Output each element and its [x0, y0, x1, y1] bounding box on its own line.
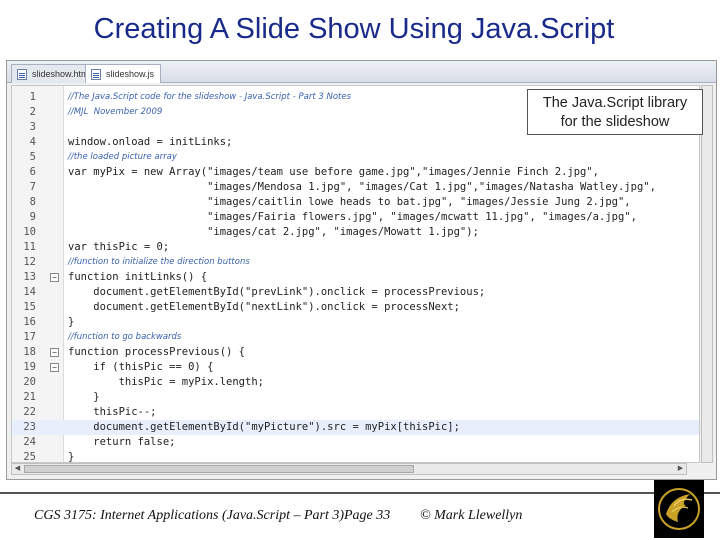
code-line[interactable]: 22 thisPic--;: [12, 405, 699, 420]
line-number: 1: [29, 91, 36, 103]
code-line[interactable]: 19 if (thisPic == 0) {: [12, 360, 699, 375]
line-number: 21: [23, 391, 36, 403]
code-text: window.onload = initLinks;: [68, 136, 233, 148]
footer-course: CGS 3175: Internet Applications (Java.Sc…: [34, 508, 345, 523]
line-number: 15: [23, 301, 36, 313]
code-text: var thisPic = 0;: [68, 241, 170, 253]
line-number: 16: [23, 316, 36, 328]
code-text: "images/Fairia flowers.jpg", "images/mcw…: [68, 211, 637, 223]
callout-box: The Java.Script library for the slidesho…: [527, 89, 703, 135]
scroll-right-icon[interactable]: ▶: [675, 464, 686, 474]
code-line[interactable]: 20 thisPic = myPix.length;: [12, 375, 699, 390]
collapse-fold-icon[interactable]: [50, 348, 59, 357]
footer-page-number: Page 33: [344, 508, 391, 523]
pegasus-logo-icon: [654, 480, 704, 538]
line-number: 5: [29, 151, 36, 163]
code-line[interactable]: 10 "images/cat 2.jpg", "images/Mowatt 1.…: [12, 225, 699, 240]
line-number: 22: [23, 406, 36, 418]
code-text: "images/Mendosa 1.jpg", "images/Cat 1.jp…: [68, 181, 656, 193]
line-number: 2: [29, 106, 36, 118]
line-number: 20: [23, 376, 36, 388]
scroll-left-icon[interactable]: ◀: [12, 464, 23, 474]
tab-slideshow-js[interactable]: slideshow.js: [85, 64, 162, 83]
line-number: 7: [29, 181, 36, 193]
code-area[interactable]: 1 //The Java.Script code for the slidesho…: [11, 85, 700, 463]
code-text: //MJL November 2009: [68, 107, 163, 117]
line-number: 9: [29, 211, 36, 223]
editor-tab-bar: slideshow.html slideshow.js: [7, 61, 716, 83]
code-line[interactable]: 9 "images/Fairia flowers.jpg", "images/m…: [12, 210, 699, 225]
code-text: document.getElementById("myPicture").src…: [68, 421, 460, 433]
tab-label: slideshow.html: [32, 69, 91, 79]
code-line[interactable]: 18 function processPrevious() {: [12, 345, 699, 360]
code-text: //function to initialize the direction b…: [68, 257, 250, 267]
code-line[interactable]: 21 }: [12, 390, 699, 405]
code-text: var myPix = new Array("images/team use b…: [68, 166, 600, 178]
line-number: 14: [23, 286, 36, 298]
collapse-fold-icon[interactable]: [50, 273, 59, 282]
callout-line-1: The Java.Script library: [542, 95, 688, 111]
line-number: 17: [23, 331, 36, 343]
line-number: 10: [23, 226, 36, 238]
slide-title: Creating A Slide Show Using Java.Script: [93, 13, 615, 45]
code-line[interactable]: 15 document.getElementById("nextLink").o…: [12, 300, 699, 315]
code-line[interactable]: 11 var thisPic = 0;: [12, 240, 699, 255]
code-line[interactable]: 24 return false;: [12, 435, 699, 450]
code-text: function initLinks() {: [68, 271, 208, 283]
footer-divider: [0, 492, 720, 494]
code-line[interactable]: 7 "images/Mendosa 1.jpg", "images/Cat 1.…: [12, 180, 699, 195]
code-text: //The Java.Script code for the slideshow…: [68, 92, 352, 102]
file-icon: [91, 69, 101, 80]
line-number: 23: [23, 421, 36, 433]
line-number: 12: [23, 256, 36, 268]
code-text: }: [68, 391, 100, 403]
line-number: 13: [23, 271, 36, 283]
code-text: "images/cat 2.jpg", "images/Mowatt 1.jpg…: [68, 226, 479, 238]
line-number: 19: [23, 361, 36, 373]
code-line[interactable]: 8 "images/caitlin lowe heads to bat.jpg"…: [12, 195, 699, 210]
code-text: }: [68, 451, 75, 463]
code-text: thisPic = myPix.length;: [68, 376, 264, 388]
code-text: document.getElementById("prevLink").oncl…: [68, 286, 486, 298]
line-number: 4: [29, 136, 36, 148]
callout-line-2: for the slideshow: [560, 114, 670, 130]
file-icon: [17, 69, 27, 80]
code-text: }: [68, 316, 75, 328]
line-number: 3: [29, 121, 36, 133]
code-text: function processPrevious() {: [68, 346, 246, 358]
line-number: 24: [23, 436, 36, 448]
line-number: 6: [29, 166, 36, 178]
collapse-fold-icon[interactable]: [50, 363, 59, 372]
slide-footer: CGS 3175: Internet Applications (Java.Sc…: [0, 492, 720, 540]
line-number: 11: [23, 241, 36, 253]
code-line[interactable]: 23 document.getElementById("myPicture").…: [12, 420, 699, 435]
code-line[interactable]: 16}: [12, 315, 699, 330]
code-line[interactable]: 17 //function to go backwards: [12, 330, 699, 345]
code-text: return false;: [68, 436, 176, 448]
footer-author: © Mark Llewellyn: [420, 508, 523, 523]
vertical-scrollbar[interactable]: [701, 85, 713, 463]
code-text: thisPic--;: [68, 406, 157, 418]
code-text: //function to go backwards: [68, 332, 182, 342]
line-number: 8: [29, 196, 36, 208]
code-text: //the loaded picture array: [68, 152, 177, 162]
code-text: if (thisPic == 0) {: [68, 361, 214, 373]
scrollbar-thumb[interactable]: [24, 465, 414, 473]
code-line[interactable]: 5 //the loaded picture array: [12, 150, 699, 165]
code-text: document.getElementById("nextLink").oncl…: [68, 301, 460, 313]
code-text: "images/caitlin lowe heads to bat.jpg", …: [68, 196, 631, 208]
tab-label: slideshow.js: [106, 69, 155, 79]
line-number: 18: [23, 346, 36, 358]
code-line[interactable]: 4 window.onload = initLinks;: [12, 135, 699, 150]
code-line[interactable]: 14 document.getElementById("prevLink").o…: [12, 285, 699, 300]
code-line[interactable]: 6 var myPix = new Array("images/team use …: [12, 165, 699, 180]
code-line[interactable]: 13 function initLinks() {: [12, 270, 699, 285]
code-line[interactable]: 12 //function to initialize the direction…: [12, 255, 699, 270]
line-number: 25: [23, 451, 36, 463]
code-line[interactable]: 25}: [12, 450, 699, 463]
horizontal-scrollbar[interactable]: ◀ ▶: [11, 463, 687, 475]
